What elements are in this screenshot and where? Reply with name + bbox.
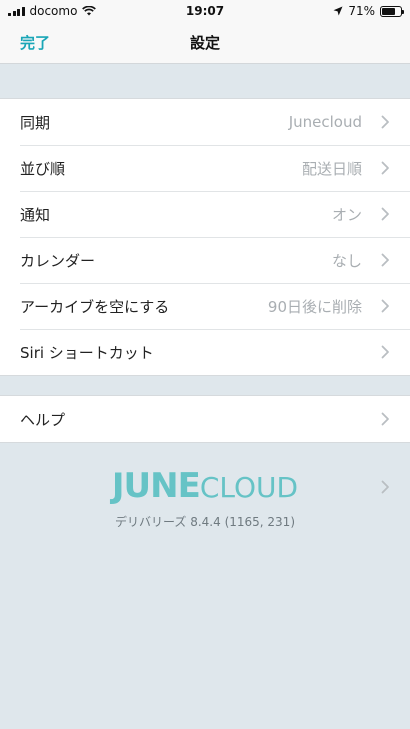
chevron-right-icon (381, 161, 389, 175)
setting-row-calendar[interactable]: カレンダー なし (0, 237, 410, 283)
setting-label: 通知 (20, 205, 51, 224)
setting-row-empty-archive[interactable]: アーカイブを空にする 90日後に削除 (0, 283, 410, 329)
setting-row-notifications[interactable]: 通知 オン (0, 191, 410, 237)
setting-row-help[interactable]: ヘルプ (0, 396, 410, 442)
setting-label: Siri ショートカット (20, 343, 154, 362)
setting-label: カレンダー (20, 251, 96, 270)
setting-row-siri-shortcuts[interactable]: Siri ショートカット (0, 329, 410, 375)
setting-value: なし (331, 251, 362, 270)
setting-label: アーカイブを空にする (20, 297, 170, 316)
chevron-right-icon (381, 115, 389, 129)
setting-value: 90日後に削除 (267, 297, 362, 316)
chevron-right-icon (381, 299, 389, 313)
help-label: ヘルプ (20, 410, 66, 429)
junecloud-logo: JUNECLOUD (0, 466, 410, 506)
chevron-right-icon (381, 480, 389, 494)
setting-label: 並び順 (20, 159, 66, 178)
battery-icon (380, 5, 404, 17)
battery-fill (382, 7, 395, 15)
status-right: 71% (333, 4, 404, 18)
version-label: デリバリーズ 8.4.4 (1165, 231) (115, 515, 295, 529)
logo-cloud: CLOUD (199, 471, 299, 504)
location-arrow-icon (333, 6, 343, 16)
setting-label: 同期 (20, 113, 51, 132)
logo-june: JUNE (111, 466, 201, 506)
setting-value: 配送日順 (301, 159, 362, 178)
status-bar: docomo 19:07 71% (0, 0, 410, 22)
battery-percent: 71% (348, 4, 375, 18)
settings-screen: docomo 19:07 71% 完了 設定 同期 Junecloud 並び順 … (0, 0, 410, 729)
setting-value: オン (331, 205, 362, 224)
setting-value: Junecloud (288, 113, 362, 131)
page-title: 設定 (189, 34, 220, 52)
navigation-bar: 完了 設定 (0, 22, 410, 64)
chevron-right-icon (381, 412, 389, 426)
help-list: ヘルプ (0, 395, 410, 443)
chevron-right-icon (381, 345, 389, 359)
junecloud-logo-link[interactable]: JUNECLOUD (0, 466, 410, 506)
setting-row-sync[interactable]: 同期 Junecloud (0, 99, 410, 145)
chevron-right-icon (381, 253, 389, 267)
setting-row-sort-order[interactable]: 並び順 配送日順 (0, 145, 410, 191)
settings-list: 同期 Junecloud 並び順 配送日順 通知 オン カレンダー なし アーカ… (0, 98, 410, 376)
chevron-right-icon (381, 207, 389, 221)
